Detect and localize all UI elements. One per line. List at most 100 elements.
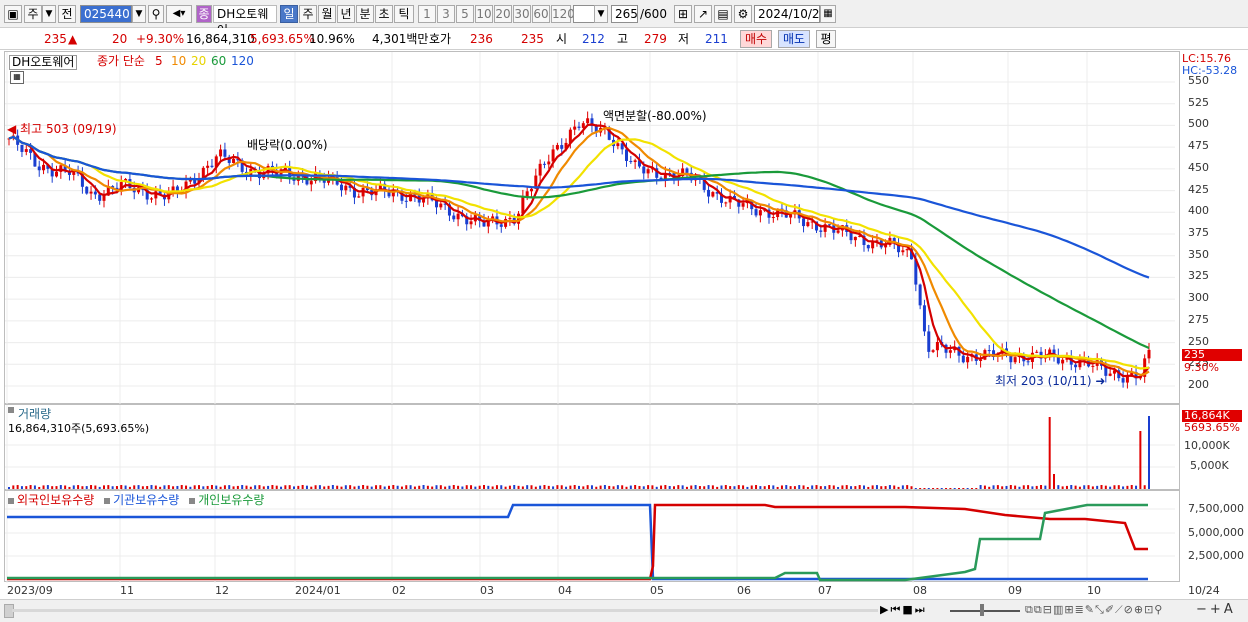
volume-bar [202,486,205,489]
flat-button[interactable]: 평 [816,30,836,48]
period-month-button[interactable]: 월 [318,5,336,23]
candle-body [456,213,460,220]
candle-body [560,145,564,149]
zoom-icon[interactable]: ⚲ [1154,603,1163,616]
gear-icon[interactable]: ⚙ [734,5,752,23]
copy-icon[interactable]: ⧉ [1025,603,1034,616]
scroll-track[interactable] [12,609,878,612]
volume-panel[interactable]: 거래량 16,864,310주(5,693.65%) [4,404,1180,491]
zoom-slider-handle[interactable] [980,604,984,616]
interval-120-button[interactable]: 120 [551,5,575,23]
brush-icon[interactable]: ✐ [1105,603,1115,616]
layout-icon[interactable]: ▣ [4,5,22,23]
volume-bar [12,485,15,489]
volume-bar [958,488,960,489]
volume-bar [560,485,563,489]
pen-icon[interactable]: ✎ [1085,603,1095,616]
interval-60-button[interactable]: 60 [532,5,550,23]
zoom-out-icon[interactable]: − [1196,602,1210,617]
volume-bar [828,485,831,489]
candle-body [344,185,348,191]
period-second-button[interactable]: 초 [375,5,393,23]
candle-body [37,166,41,171]
volume-bar [254,485,257,489]
calendar-icon[interactable]: ▦ [820,5,836,23]
interval-30-button[interactable]: 30 [513,5,531,23]
trend-icon[interactable]: ⤡ [1095,603,1105,616]
candle-body [616,143,620,147]
candle-body [685,168,689,173]
candle-body [1061,359,1065,364]
period-week-button[interactable]: 주 [299,5,317,23]
candle-body [1147,349,1151,359]
zoom-slider[interactable] [950,610,1020,612]
font-size-icon[interactable]: A [1224,602,1236,617]
volume-bar [470,485,473,489]
volume-bar [910,486,913,489]
price-chart-panel[interactable]: DH오토웨어 종가 단순 5 10 20 60 120 ▦ ◀ 최고 503 (… [4,51,1180,405]
save-icon[interactable]: ▤ [714,5,732,23]
type-select[interactable]: 전 [58,5,76,23]
display-count-input[interactable]: 265 [611,5,638,23]
volume-bar [642,486,645,489]
candle-body [20,144,24,152]
zoom-in-icon[interactable]: + [1210,602,1224,617]
stock-code-input[interactable]: 025440 [80,5,132,23]
draw-tool-icon[interactable]: ↗ [694,5,712,23]
market-dropdown-icon[interactable]: ▼ [42,5,56,23]
interval-20-button[interactable]: 20 [494,5,512,23]
grid-toggle-icon[interactable]: ▦ [10,71,24,84]
market-select[interactable]: 주 [24,5,42,23]
code-dropdown-icon[interactable]: ▼ [132,5,146,23]
magnet-icon[interactable]: ⊕ [1134,603,1144,616]
lock-icon[interactable]: ⊡ [1144,603,1154,616]
candle-style-icon[interactable]: ⊞ [674,5,692,23]
candle-body [219,149,223,157]
sell-button[interactable]: 매도 [778,30,810,48]
quote-strip: 235 ▲ 20 +9.30% 16,864,310 5,693.65% 10.… [0,28,1248,50]
split-icon[interactable]: ⊟ [1043,603,1053,616]
volume-bar [793,486,796,489]
layout2-icon[interactable]: ⧉ [1034,603,1043,616]
period-year-button[interactable]: 년 [337,5,355,23]
buy-button[interactable]: 매수 [740,30,772,48]
ruler-icon[interactable]: ⟋ [1115,603,1124,616]
volume-bar [858,485,861,489]
current-pct-tag: 9.30% [1184,361,1219,374]
volume-bar [215,485,218,489]
custom-interval-dropdown-icon[interactable]: ▼ [594,5,608,23]
drawing-tools: ⧉⧉⊟▥⊞≣✎⤡✐⟋⊘⊕⊡⚲ [1025,603,1163,617]
holding-panel[interactable]: 외국인보유수량 기관보유수량 개인보유수량 [4,490,1180,583]
search-icon[interactable]: ⚲ [148,5,164,23]
volume-bar [275,485,278,489]
stack-icon[interactable]: ≣ [1075,603,1085,616]
measure-icon[interactable]: ⊘ [1124,603,1134,616]
institution-holding-line [7,503,1148,581]
interval-10-button[interactable]: 10 [475,5,493,23]
volume-bar [932,488,935,489]
interval-3-button[interactable]: 3 [437,5,455,23]
volume-bar [1053,474,1055,489]
volume-bar [305,485,308,489]
candle-body [542,163,546,165]
chart-icon[interactable]: ▥ [1053,603,1064,616]
period-tick-button[interactable]: 틱 [394,5,414,23]
stop-icon[interactable]: ■ [902,603,914,616]
sound-icon[interactable]: ◀▾ [166,5,192,23]
interval-5-button[interactable]: 5 [456,5,474,23]
date-input[interactable]: 2024/10/24 [754,5,827,23]
next-icon[interactable]: ▶ [880,603,890,616]
forward-icon[interactable]: ⏭ [915,603,927,616]
period-minute-button[interactable]: 분 [356,5,374,23]
price-grid [5,52,1175,405]
volume-bar [914,488,917,489]
stock-name-field: DH오토웨어 [213,5,277,37]
grid-icon[interactable]: ⊞ [1064,603,1074,616]
candle-body [1091,365,1095,367]
ma-20-line [8,135,1150,370]
volume-bar [223,485,226,489]
volume-bar [1143,485,1146,489]
interval-1-button[interactable]: 1 [418,5,436,23]
period-day-button[interactable]: 일 [280,5,298,23]
rewind-icon[interactable]: ⏮ [890,603,902,616]
